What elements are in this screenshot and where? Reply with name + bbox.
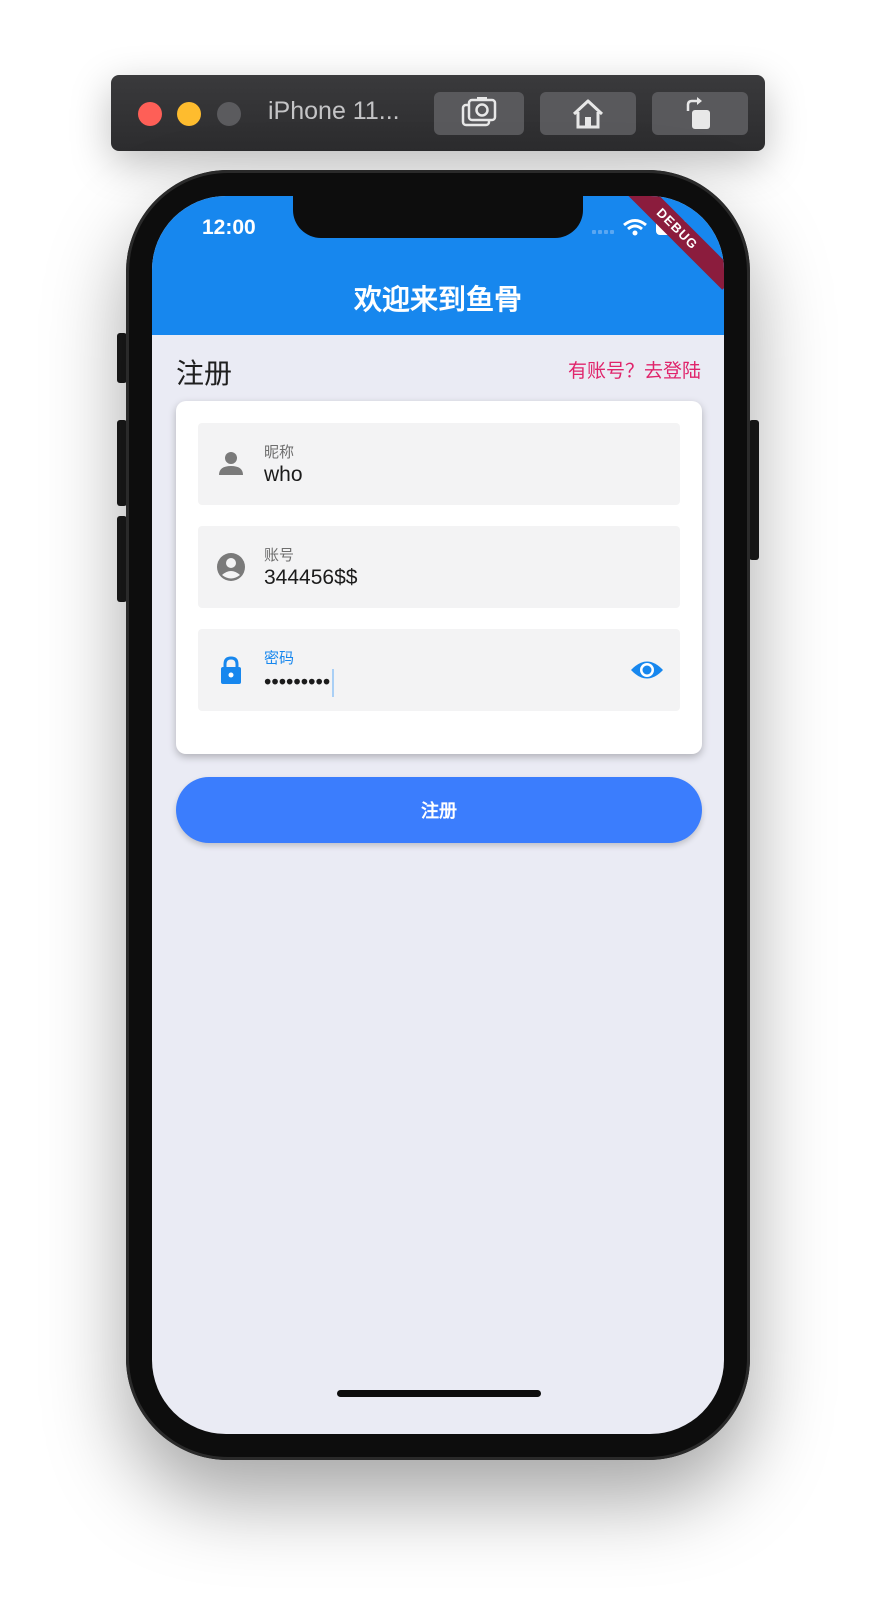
screenshot-button[interactable] [434,92,524,135]
notch [293,196,583,238]
person-icon [219,452,243,475]
text-caret [332,669,335,697]
password-label: 密码 [264,649,295,667]
page-title: 注册 [176,357,233,390]
register-form-card: 昵称 who 账号 344456$$ 密码 ••••••••• [176,401,702,754]
nickname-input[interactable]: who [264,463,303,487]
debug-banner: DEBUG [616,196,724,290]
phone-screen: 12:00 欢迎来到鱼骨 DEBUG 注册 有账号？去登陆 昵称 who 账号 … [152,196,724,1434]
eye-icon[interactable] [630,655,664,685]
window-close-button[interactable] [138,102,162,126]
register-button[interactable]: 注册 [176,777,702,843]
account-label: 账号 [264,546,295,564]
window-zoom-button[interactable] [217,102,241,126]
nickname-field[interactable]: 昵称 who [198,423,680,505]
account-input[interactable]: 344456$$ [264,566,357,590]
rotate-button[interactable] [652,92,748,135]
password-input-wrap[interactable]: ••••••••• [264,669,335,697]
account-field[interactable]: 账号 344456$$ [198,526,680,608]
account-circle-icon [217,553,245,581]
device-name: iPhone 11... [268,97,400,125]
wifi-icon [623,219,647,236]
lock-icon [221,656,241,684]
login-link[interactable]: 有账号？去登陆 [568,356,701,383]
home-indicator [337,1390,541,1397]
status-time: 12:00 [202,216,256,239]
password-input[interactable]: ••••••••• [264,671,330,694]
app-title: 欢迎来到鱼骨 [353,283,522,316]
home-button[interactable] [540,92,636,135]
window-minimize-button[interactable] [177,102,201,126]
nickname-label: 昵称 [264,443,295,461]
rotate-icon [686,96,710,129]
signal-icon [592,230,614,234]
password-field[interactable]: 密码 ••••••••• [198,629,680,711]
power-button [749,420,759,560]
home-icon [572,99,604,128]
camera-icon [461,96,497,126]
simulator-toolbar: iPhone 11... [111,75,765,151]
